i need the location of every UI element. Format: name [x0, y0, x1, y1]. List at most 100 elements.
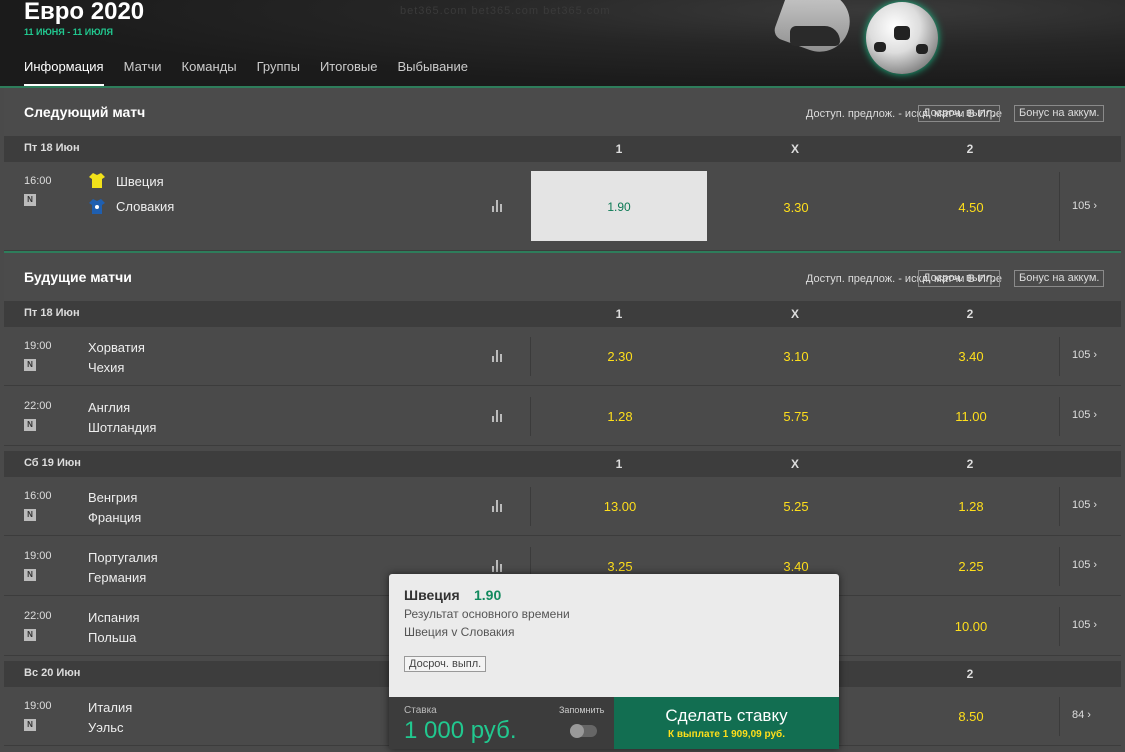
odd-away[interactable]: 2.25: [931, 559, 1011, 574]
stats-icon[interactable]: [492, 350, 504, 362]
tab-matches[interactable]: Матчи: [124, 58, 162, 86]
more-markets-link[interactable]: 105 ›: [1072, 619, 1097, 631]
odd-draw[interactable]: 3.40: [756, 559, 836, 574]
tab-info[interactable]: Информация: [24, 58, 104, 86]
market-name: Результат основного времени: [404, 607, 570, 621]
tab-bar: Информация Матчи Команды Группы Итоговые…: [24, 58, 488, 86]
place-bet-button[interactable]: Сделать ставку К выплате 1 909,09 руб.: [614, 697, 839, 749]
column-header-x: X: [790, 142, 799, 156]
away-team: Чехия: [88, 360, 125, 375]
n-badge: N: [24, 569, 36, 581]
away-team: Германия: [88, 570, 147, 585]
n-badge: N: [24, 194, 36, 206]
stats-icon[interactable]: [492, 410, 504, 422]
match-row[interactable]: 22:00 N Англия Шотландия 1.28 5.75 11.00…: [4, 387, 1121, 446]
cashout-badge: Досроч. выпл.: [404, 656, 487, 672]
home-team: Испания: [88, 610, 140, 625]
match-time: 19:00: [24, 340, 52, 352]
odd-away[interactable]: 10.00: [931, 619, 1011, 634]
more-markets-link[interactable]: 105 ›: [1072, 200, 1097, 212]
home-team: Венгрия: [88, 490, 138, 505]
away-team: Шотландия: [88, 420, 157, 435]
date-label: Пт 18 Июн: [24, 142, 80, 154]
odd-home[interactable]: 2.30: [580, 349, 660, 364]
column-header-2: 2: [966, 667, 974, 681]
sweden-shirt-icon: [89, 173, 105, 188]
home-team: Англия: [88, 400, 131, 415]
n-badge: N: [24, 419, 36, 431]
home-team: Хорватия: [88, 340, 145, 355]
bet-slip: Швеция 1.90 Результат основного времени …: [389, 574, 839, 749]
selection-name: Швеция: [404, 587, 460, 603]
match-row[interactable]: 19:00 N Хорватия Чехия 2.30 3.10 3.40 10…: [4, 327, 1121, 386]
more-markets-link[interactable]: 105 ›: [1072, 559, 1097, 571]
column-header-x: X: [790, 457, 799, 471]
tab-teams[interactable]: Команды: [182, 58, 237, 86]
column-header-x: X: [790, 307, 799, 321]
odd-away[interactable]: 3.40: [931, 349, 1011, 364]
stake-bar: Ставка 1 000 руб. Запомнить Сделать став…: [389, 697, 839, 749]
column-header-1: 1: [615, 307, 623, 321]
more-markets-link[interactable]: 105 ›: [1072, 409, 1097, 421]
n-badge: N: [24, 719, 36, 731]
selection-odds: 1.90: [474, 587, 502, 603]
more-markets-link[interactable]: 84 ›: [1072, 709, 1091, 721]
section-title: Будущие матчи: [24, 269, 132, 285]
odd-draw[interactable]: 5.25: [756, 499, 836, 514]
tab-outrights[interactable]: Итоговые: [320, 58, 378, 86]
date-label: Пт 18 Июн: [24, 307, 80, 319]
odd-draw[interactable]: 3.10: [756, 349, 836, 364]
away-team: Словакия: [116, 199, 175, 214]
stats-icon[interactable]: [492, 500, 504, 512]
odd-draw[interactable]: 5.75: [756, 409, 836, 424]
odd-draw[interactable]: 3.30: [756, 200, 836, 215]
stake-input[interactable]: 1 000 руб.: [404, 717, 517, 745]
more-markets-link[interactable]: 105 ›: [1072, 499, 1097, 511]
odd-away[interactable]: 4.50: [931, 200, 1011, 215]
odd-home[interactable]: 3.25: [580, 559, 660, 574]
odd-away[interactable]: 1.28: [931, 499, 1011, 514]
acca-bonus-button[interactable]: Бонус на аккум.: [1014, 105, 1105, 122]
banner-ad-text: bet365.com bet365.com bet365.com: [400, 5, 611, 17]
stats-icon[interactable]: [492, 200, 504, 212]
home-team: Швеция: [116, 174, 164, 189]
remember-toggle[interactable]: [570, 724, 597, 738]
n-badge: N: [24, 629, 36, 641]
odd-away[interactable]: 11.00: [931, 409, 1011, 424]
slovakia-shirt-icon: [89, 199, 105, 214]
tournament-dates: 11 ИЮНЯ - 11 ИЮЛЯ: [24, 27, 113, 37]
column-header-2: 2: [966, 142, 974, 156]
match-time: 22:00: [24, 610, 52, 622]
upcoming-matches-header: Будущие матчи Доступ. предлож. - искл. м…: [4, 253, 1121, 303]
tab-knockout[interactable]: Выбывание: [398, 58, 468, 86]
match-time: 19:00: [24, 550, 52, 562]
column-header-1: 1: [615, 457, 623, 471]
odd-home-selected[interactable]: 1.90: [531, 171, 707, 241]
cashout-filter-button[interactable]: Досроч. выпл.: [918, 105, 1001, 122]
acca-bonus-button[interactable]: Бонус на аккум.: [1014, 270, 1105, 287]
page-title: Евро 2020: [24, 0, 145, 25]
place-bet-label: Сделать ставку: [665, 706, 788, 725]
odd-away[interactable]: 8.50: [931, 709, 1011, 724]
cashout-filter-button[interactable]: Досроч. выпл.: [918, 270, 1001, 287]
stats-icon[interactable]: [492, 560, 504, 572]
column-header-1: 1: [615, 142, 623, 156]
date-label: Сб 19 Июн: [24, 457, 81, 469]
match-time: 16:00: [24, 490, 52, 502]
payout-text: К выплате 1 909,09 руб.: [668, 729, 785, 740]
odd-home[interactable]: 13.00: [580, 499, 660, 514]
odd-home[interactable]: 1.28: [580, 409, 660, 424]
n-badge: N: [24, 509, 36, 521]
stake-label: Ставка: [404, 705, 437, 716]
toggle-knob: [570, 724, 584, 738]
away-team: Польша: [88, 630, 137, 645]
match-row[interactable]: 16:00 N Венгрия Франция 13.00 5.25 1.28 …: [4, 477, 1121, 536]
tab-groups[interactable]: Группы: [257, 58, 300, 86]
match-time: 22:00: [24, 400, 52, 412]
header-banner: bet365.com bet365.com bet365.com Евро 20…: [0, 0, 1125, 88]
away-team: Уэльс: [88, 720, 124, 735]
date-row: Сб 19 Июн 1 X 2: [4, 451, 1121, 477]
more-markets-link[interactable]: 105 ›: [1072, 349, 1097, 361]
match-time: 19:00: [24, 700, 52, 712]
event-name: Швеция v Словакия: [404, 625, 515, 639]
